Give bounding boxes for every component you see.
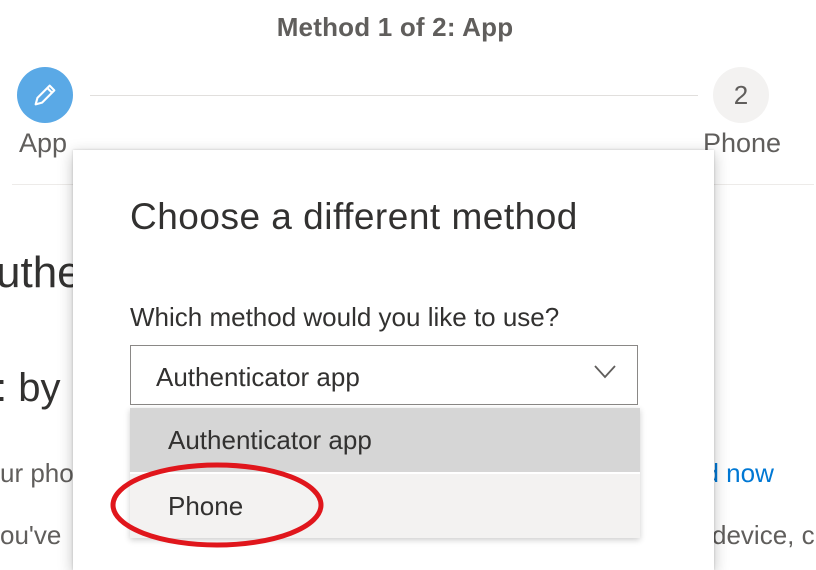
step-app-label: App xyxy=(19,128,68,158)
background-subheading: : by xyxy=(0,366,61,410)
chevron-down-icon[interactable] xyxy=(594,365,616,379)
method-question-label: Which method would you like to use? xyxy=(130,302,560,332)
annotation-circle xyxy=(110,462,324,548)
page-title: Method 1 of 2: App xyxy=(276,12,514,42)
progress-line xyxy=(90,95,698,96)
background-text-2: ou've xyxy=(0,520,62,550)
pencil-icon xyxy=(34,84,56,106)
background-text-3: device, c xyxy=(712,520,815,550)
background-text: ur pho xyxy=(0,458,74,488)
dialog-title: Choose a different method xyxy=(130,196,578,237)
step-phone-label: Phone xyxy=(703,128,782,158)
step-app-indicator xyxy=(17,67,73,123)
step-number: 2 xyxy=(733,79,749,110)
method-select-value: Authenticator app xyxy=(156,362,360,392)
background-heading: uthe xyxy=(0,248,82,297)
step-phone-indicator: 2 xyxy=(713,67,769,123)
